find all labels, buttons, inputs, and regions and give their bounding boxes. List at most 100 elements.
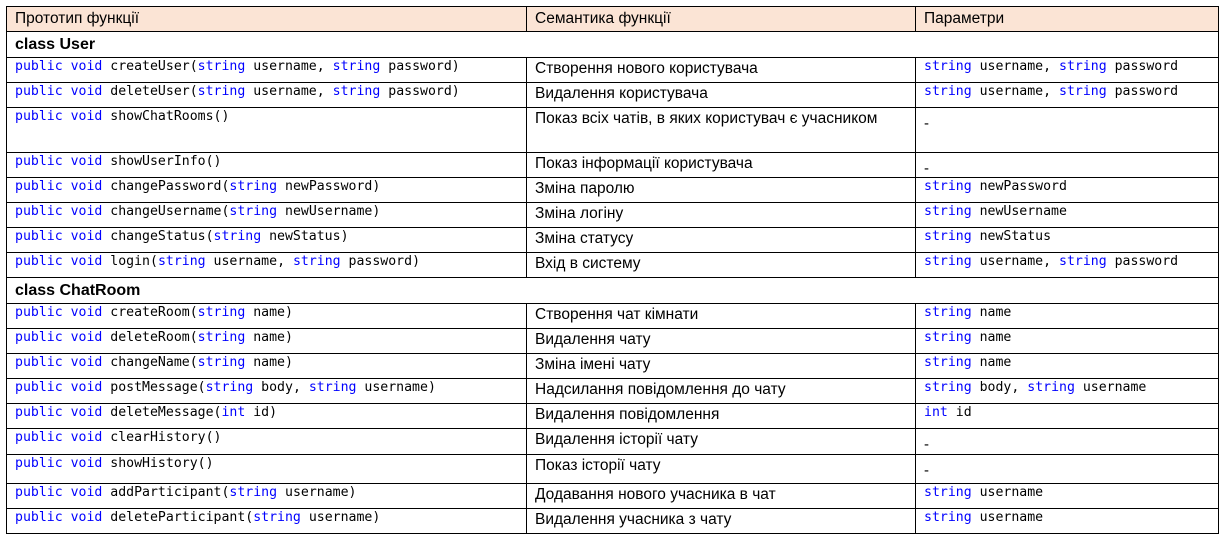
function-semantics: Створення чат кімнати [526, 303, 916, 329]
return-type-keyword: void [70, 109, 103, 124]
type-keyword: string [924, 485, 972, 500]
function-params: - [915, 152, 1219, 178]
type-keyword: string [157, 254, 206, 269]
function-prototype: public void showChatRooms() [6, 107, 527, 153]
return-type-keyword: void [70, 456, 103, 471]
table-row: public void changeName(string name) Зміна… [6, 353, 1219, 379]
function-params: string username [915, 508, 1219, 534]
table-row: public void changePassword(string newPas… [6, 177, 1219, 203]
type-keyword: string [253, 510, 301, 525]
function-semantics: Надсилання повідомлення до чату [526, 378, 916, 404]
function-params: string username, string password [915, 57, 1219, 83]
return-type-keyword: void [70, 229, 103, 244]
access-keyword: public [15, 330, 63, 345]
type-keyword: string [924, 254, 972, 269]
function-prototype: public void createRoom(string name) [6, 303, 527, 329]
table-row: public void deleteParticipant(string use… [6, 508, 1219, 534]
return-type-keyword: void [70, 355, 103, 370]
function-prototype: public void deleteParticipant(string use… [6, 508, 527, 534]
function-prototype: public void changeName(string name) [6, 353, 527, 379]
class-title: class User [6, 31, 1219, 58]
function-params: - [915, 454, 1219, 484]
return-type-keyword: void [70, 305, 103, 320]
type-keyword: string [197, 355, 246, 370]
table-row: public void deleteRoom(string name) Видал… [6, 328, 1219, 354]
type-keyword: string [332, 84, 381, 99]
header-semantics: Семантика функції [526, 6, 916, 32]
return-type-keyword: void [70, 430, 103, 445]
type-keyword: string [197, 330, 246, 345]
table-row: public void changeStatus(string newStatu… [6, 227, 1219, 253]
return-type-keyword: void [70, 485, 103, 500]
type-keyword: string [924, 84, 972, 99]
function-prototype: public void createUser(string username, … [6, 57, 527, 83]
function-prototype: public void deleteMessage(int id) [6, 403, 527, 429]
table-row: public void showChatRooms() Показ всіх ча… [6, 107, 1219, 153]
function-semantics: Показ інформації користувача [526, 152, 916, 178]
function-semantics: Зміна логіну [526, 202, 916, 228]
return-type-keyword: void [70, 204, 103, 219]
class-section-row: class User [6, 31, 1219, 58]
access-keyword: public [15, 204, 63, 219]
function-prototype: public void postMessage(string body, str… [6, 378, 527, 404]
function-prototype: public void changePassword(string newPas… [6, 177, 527, 203]
access-keyword: public [15, 510, 63, 525]
type-keyword: string [924, 179, 972, 194]
access-keyword: public [15, 59, 63, 74]
table-row: public void showUserInfo() Показ інформац… [6, 152, 1219, 178]
type-keyword: string [332, 59, 381, 74]
type-keyword: string [213, 229, 262, 244]
function-semantics: Зміна імені чату [526, 353, 916, 379]
header-prototype: Прототип функції [6, 6, 527, 32]
access-keyword: public [15, 405, 63, 420]
function-params: string body, string username [915, 378, 1219, 404]
function-params: string newPassword [915, 177, 1219, 203]
function-params: string name [915, 328, 1219, 354]
type-keyword: string [924, 380, 972, 395]
class-title: class ChatRoom [6, 277, 1219, 304]
function-prototype: public void changeStatus(string newStatu… [6, 227, 527, 253]
function-semantics: Видалення повідомлення [526, 403, 916, 429]
function-params: string name [915, 353, 1219, 379]
return-type-keyword: void [70, 59, 103, 74]
function-prototype: public void showUserInfo() [6, 152, 527, 178]
table-row: public void createUser(string username, … [6, 57, 1219, 83]
type-keyword: string [924, 330, 972, 345]
return-type-keyword: void [70, 380, 103, 395]
access-keyword: public [15, 430, 63, 445]
table-row: public void clearHistory() Видалення істо… [6, 428, 1219, 455]
return-type-keyword: void [70, 84, 103, 99]
type-keyword: string [229, 485, 278, 500]
type-keyword: string [924, 305, 972, 320]
table-row: public void login(string username, strin… [6, 252, 1219, 278]
table-row: public void createRoom(string name) Створ… [6, 303, 1219, 329]
type-keyword: string [924, 59, 972, 74]
type-keyword: string [924, 229, 972, 244]
access-keyword: public [15, 456, 63, 471]
access-keyword: public [15, 154, 63, 169]
type-keyword: string [1059, 84, 1107, 99]
access-keyword: public [15, 305, 63, 320]
type-keyword: string [205, 380, 254, 395]
type-keyword: string [1059, 254, 1107, 269]
table-row: public void addParticipant(string userna… [6, 483, 1219, 509]
function-semantics: Вхід в систему [526, 252, 916, 278]
type-keyword: string [1059, 59, 1107, 74]
function-prototype: public void clearHistory() [6, 428, 527, 455]
function-prototype: public void deleteUser(string username, … [6, 82, 527, 108]
table-row: public void changeUsername(string newUse… [6, 202, 1219, 228]
function-prototype: public void login(string username, strin… [6, 252, 527, 278]
return-type-keyword: void [70, 254, 103, 269]
function-params: int id [915, 403, 1219, 429]
function-semantics: Створення нового користувача [526, 57, 916, 83]
class-section-row: class ChatRoom [6, 277, 1219, 304]
function-table: Прототип функції Семантика функції Парам… [6, 6, 1219, 534]
function-semantics: Зміна статусу [526, 227, 916, 253]
function-params: string username, string password [915, 82, 1219, 108]
header-row: Прототип функції Семантика функції Парам… [6, 6, 1219, 32]
return-type-keyword: void [70, 405, 103, 420]
function-semantics: Видалення учасника з чату [526, 508, 916, 534]
table-row: public void showHistory() Показ історії ч… [6, 454, 1219, 484]
function-params: string username [915, 483, 1219, 509]
function-semantics: Показ всіх чатів, в яких користувач є уч… [526, 107, 916, 153]
